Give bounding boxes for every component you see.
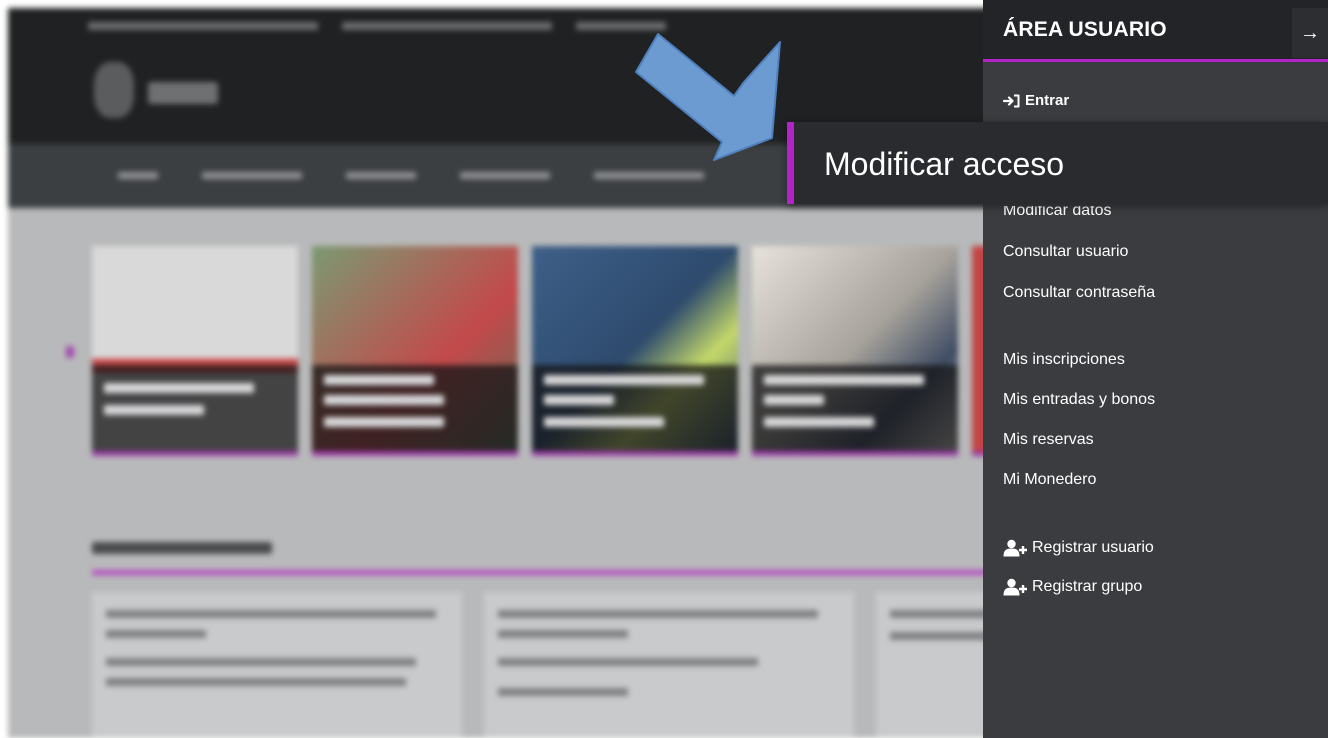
- menu-item-reservations[interactable]: Mis reservas: [1003, 431, 1094, 449]
- register-group-link[interactable]: Registrar grupo: [1003, 578, 1142, 596]
- sign-in-icon: [1003, 94, 1020, 107]
- login-label: Entrar: [1025, 92, 1070, 109]
- user-plus-icon: [1003, 578, 1027, 596]
- panel-header: ÁREA USUARIO →: [983, 0, 1328, 62]
- register-user-link[interactable]: Registrar usuario: [1003, 539, 1154, 557]
- user-plus-icon: [1003, 539, 1027, 557]
- menu-item-wallet[interactable]: Mi Monedero: [1003, 471, 1096, 489]
- background-cards: [92, 246, 1012, 456]
- background-logo: [94, 62, 134, 118]
- panel-title: ÁREA USUARIO: [1003, 18, 1167, 41]
- user-area-panel: ÁREA USUARIO → Entrar Modificar datos Co…: [983, 0, 1328, 738]
- login-link[interactable]: Entrar: [1003, 92, 1069, 109]
- highlighted-menu-item-modify-access[interactable]: Modificar acceso: [787, 122, 1328, 204]
- menu-item-inscriptions[interactable]: Mis inscripciones: [1003, 351, 1125, 369]
- arrow-pointer-icon: [635, 33, 781, 161]
- menu-item-tickets-vouchers[interactable]: Mis entradas y bonos: [1003, 391, 1155, 409]
- menu-item-check-user[interactable]: Consultar usuario: [1003, 243, 1128, 261]
- close-panel-button[interactable]: →: [1292, 8, 1328, 58]
- highlighted-item-label: Modificar acceso: [824, 146, 1065, 182]
- menu-item-modify-data[interactable]: Modificar datos: [1003, 206, 1112, 220]
- menu-item-check-password[interactable]: Consultar contraseña: [1003, 284, 1155, 302]
- register-user-label: Registrar usuario: [1032, 539, 1154, 556]
- arrow-right-icon: →: [1300, 21, 1320, 44]
- register-group-label: Registrar grupo: [1032, 578, 1143, 595]
